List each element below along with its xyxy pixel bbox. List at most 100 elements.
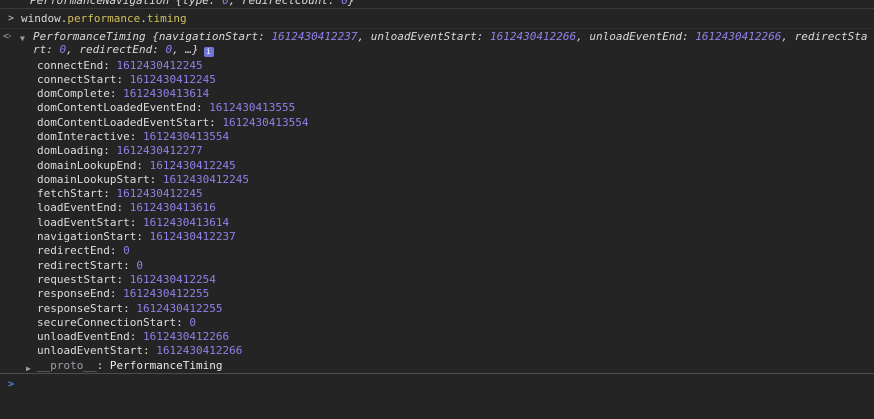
code-token: , — [576, 30, 589, 43]
console-entry-clipped: PerformanceNavigation {type: 0, redirect… — [0, 0, 874, 9]
property-name: __proto__ — [37, 359, 97, 372]
property-value: 1612430412245 — [116, 187, 202, 200]
property-name: unloadEventStart: — [37, 344, 156, 357]
property-name: domContentLoadedEventStart: — [37, 116, 222, 129]
property-name: domLoading: — [37, 144, 116, 157]
property-value: 0 — [123, 244, 130, 257]
clipped-log-preview: PerformanceNavigation {type: 0, redirect… — [0, 0, 874, 7]
property-row: connectEnd: 1612430412245 — [0, 59, 874, 73]
property-name: connectStart: — [37, 73, 130, 86]
property-name: redirectEnd: — [37, 244, 123, 257]
property-row: domComplete: 1612430413614 — [0, 87, 874, 101]
console-input-expression: window.performance.timing — [21, 12, 187, 25]
property-value: PerformanceTiming — [110, 359, 223, 372]
property-row: unloadEventStart: 1612430412266 — [0, 344, 874, 358]
property-value: 1612430412245 — [116, 59, 202, 72]
property-row: domLoading: 1612430412277 — [0, 144, 874, 158]
property-row: connectStart: 1612430412245 — [0, 73, 874, 87]
code-token: timing — [147, 12, 187, 25]
property-value: 1612430413554 — [143, 130, 229, 143]
property-name: fetchStart: — [37, 187, 116, 200]
property-row: responseEnd: 1612430412255 — [0, 287, 874, 301]
code-token: performance — [67, 12, 140, 25]
property-row: domainLookupEnd: 1612430412245 — [0, 159, 874, 173]
property-row: domContentLoadedEventEnd: 1612430413555 — [0, 101, 874, 115]
property-value: 1612430413614 — [123, 87, 209, 100]
property-value: 1612430413614 — [143, 216, 229, 229]
code-token: , — [358, 30, 371, 43]
property-name: connectEnd: — [37, 59, 116, 72]
code-token: , — [172, 43, 185, 56]
code-token: unloadEventEnd: — [589, 30, 695, 43]
code-token: PerformanceNavigation {type: — [30, 0, 222, 7]
property-value: 1612430412277 — [116, 144, 202, 157]
code-token: 0 — [222, 0, 229, 7]
property-value: 1612430412245 — [163, 173, 249, 186]
code-token: 0 — [341, 0, 348, 7]
property-name: responseEnd: — [37, 287, 123, 300]
property-value: 0 — [136, 259, 143, 272]
property-row: secureConnectionStart: 0 — [0, 316, 874, 330]
object-preview: <· ▼ PerformanceTiming {navigationStart: … — [0, 31, 874, 57]
devtools-console: PerformanceNavigation {type: 0, redirect… — [0, 0, 874, 419]
console-input-field[interactable] — [21, 378, 874, 391]
property-row: unloadEventEnd: 1612430412266 — [0, 330, 874, 344]
console-result-entry: <· ▼PerformanceTiming {navigationStart: … — [0, 29, 874, 373]
property-row: responseStart: 1612430412255 — [0, 302, 874, 316]
code-token: } — [348, 0, 355, 7]
property-name: loadEventEnd: — [37, 201, 130, 214]
console-prompt-chevron-icon: > — [8, 378, 21, 391]
colon-separator: : — [97, 359, 110, 372]
code-token: PerformanceTiming — [33, 30, 146, 43]
object-preview-text: PerformanceTiming {navigationStart: 1612… — [33, 30, 868, 56]
code-token: 1612430412237 — [271, 30, 357, 43]
proto-row: ▶ __proto__: PerformanceTiming — [0, 359, 874, 373]
property-value: 1612430412237 — [150, 230, 236, 243]
code-token: . — [140, 12, 147, 25]
property-row: domContentLoadedEventStart: 161243041355… — [0, 116, 874, 130]
property-row: redirectEnd: 0 — [0, 244, 874, 258]
property-value: 1612430413555 — [209, 101, 295, 114]
property-name: domInteractive: — [37, 130, 143, 143]
code-token: 1612430412266 — [490, 30, 576, 43]
code-token: …} — [185, 43, 198, 56]
property-value: 1612430413554 — [222, 116, 308, 129]
eval-result-arrow-icon: <· — [3, 31, 11, 44]
property-name: domContentLoadedEventEnd: — [37, 101, 209, 114]
property-name: unloadEventEnd: — [37, 330, 143, 343]
property-name: responseStart: — [37, 302, 136, 315]
code-token: 1612430412266 — [695, 30, 781, 43]
code-token: navigationStart: — [159, 30, 272, 43]
code-token: , — [781, 30, 794, 43]
property-value: 1612430413616 — [130, 201, 216, 214]
property-name: navigationStart: — [37, 230, 150, 243]
property-value: 1612430412245 — [130, 73, 216, 86]
property-name: secureConnectionStart: — [37, 316, 189, 329]
property-row: navigationStart: 1612430412237 — [0, 230, 874, 244]
property-row: loadEventEnd: 1612430413616 — [0, 201, 874, 215]
property-value: 0 — [189, 316, 196, 329]
console-prompt-row[interactable]: > — [0, 373, 874, 394]
property-value: 1612430412266 — [156, 344, 242, 357]
property-name: domComplete: — [37, 87, 123, 100]
property-value: 1612430412245 — [150, 159, 236, 172]
console-input-chevron-icon: > — [8, 12, 21, 25]
expand-triangle-icon[interactable]: ▼ — [20, 33, 25, 46]
property-name: domainLookupStart: — [37, 173, 163, 186]
property-name: requestStart: — [37, 273, 130, 286]
code-token: , redirectCount: — [229, 0, 342, 7]
console-input-echo: > window.performance.timing — [0, 9, 874, 29]
property-value: 1612430412255 — [136, 302, 222, 315]
property-name: redirectStart: — [37, 259, 136, 272]
property-name: loadEventStart: — [37, 216, 143, 229]
property-row: domInteractive: 1612430413554 — [0, 130, 874, 144]
evaluated-info-icon[interactable]: i — [204, 47, 214, 57]
property-value: 1612430412266 — [143, 330, 229, 343]
code-token: { — [146, 30, 159, 43]
proto-expand-triangle-icon[interactable]: ▶ — [26, 362, 31, 376]
code-token: , — [66, 43, 79, 56]
property-value: 1612430412254 — [130, 273, 216, 286]
property-row: fetchStart: 1612430412245 — [0, 187, 874, 201]
property-row: redirectStart: 0 — [0, 259, 874, 273]
property-row: requestStart: 1612430412254 — [0, 273, 874, 287]
